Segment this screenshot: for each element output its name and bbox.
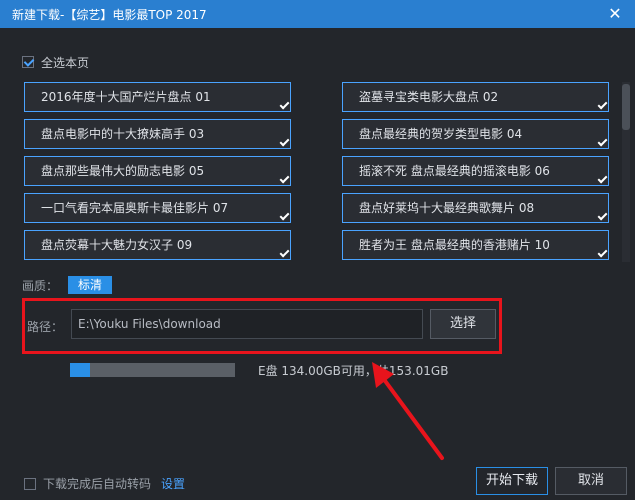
video-item-title: 胜者为王 盘点最经典的香港赌片 10 <box>359 238 550 252</box>
video-item[interactable]: 2016年度十大国产烂片盘点 01 <box>24 82 291 112</box>
checkmark-icon <box>597 101 606 110</box>
select-all-checkbox[interactable]: 全选本页 <box>22 54 89 70</box>
auto-convert-label: 下载完成后自动转码 <box>43 477 152 491</box>
video-item[interactable]: 盗墓寻宝类电影大盘点 02 <box>342 82 609 112</box>
quality-row: 画质： 标清 <box>22 276 113 294</box>
checkmark-icon <box>279 175 288 184</box>
video-item-title: 摇滚不死 盘点最经典的摇滚电影 06 <box>359 164 550 178</box>
video-item-title: 盗墓寻宝类电影大盘点 02 <box>359 90 499 104</box>
checkbox-icon[interactable] <box>22 56 34 68</box>
path-label: 路径： <box>27 320 64 334</box>
title-bar: 新建下载-【综艺】电影最TOP 2017 ✕ <box>0 0 635 28</box>
checkmark-icon <box>279 249 288 258</box>
start-download-button[interactable]: 开始下载 <box>476 467 548 495</box>
video-item[interactable]: 摇滚不死 盘点最经典的摇滚电影 06 <box>342 156 609 186</box>
checkmark-icon <box>279 212 288 221</box>
checkmark-icon <box>597 138 606 147</box>
path-input[interactable]: E:\Youku Files\download <box>71 309 423 339</box>
close-icon[interactable]: ✕ <box>605 4 625 24</box>
video-item-title: 盘点最经典的贺岁类型电影 04 <box>359 127 523 141</box>
video-list: 2016年度十大国产烂片盘点 01 盗墓寻宝类电影大盘点 02 盘点电影中的十大… <box>24 82 622 262</box>
video-item-title: 盘点荧幕十大魅力女汉子 09 <box>41 238 193 252</box>
video-item-title: 盘点好莱坞十大最经典歌舞片 08 <box>359 201 535 215</box>
video-list-scrollbar[interactable] <box>622 82 630 262</box>
window-title: 新建下载-【综艺】电影最TOP 2017 <box>12 8 207 22</box>
select-all-label: 全选本页 <box>41 55 90 70</box>
video-item-title: 盘点电影中的十大撩妹高手 03 <box>41 127 205 141</box>
browse-button[interactable]: 选择 <box>430 309 496 339</box>
video-item[interactable]: 盘点电影中的十大撩妹高手 03 <box>24 119 291 149</box>
annotation-arrow-icon <box>372 362 444 460</box>
video-item-title: 2016年度十大国产烂片盘点 01 <box>41 90 211 104</box>
checkbox-icon[interactable] <box>24 477 36 490</box>
quality-label: 画质： <box>22 278 59 293</box>
checkmark-icon <box>597 175 606 184</box>
scrollbar-thumb[interactable] <box>622 84 630 130</box>
video-item[interactable]: 胜者为王 盘点最经典的香港赌片 10 <box>342 230 609 260</box>
quality-option-sd[interactable]: 标清 <box>68 276 113 294</box>
checkmark-icon <box>279 138 288 147</box>
cancel-button[interactable]: 取消 <box>555 467 627 495</box>
checkmark-icon <box>597 249 606 258</box>
video-item[interactable]: 盘点那些最伟大的励志电影 05 <box>24 156 291 186</box>
disk-usage-bar <box>70 363 235 377</box>
video-item-title: 一口气看完本届奥斯卡最佳影片 07 <box>41 201 229 215</box>
video-item[interactable]: 盘点荧幕十大魅力女汉子 09 <box>24 230 291 260</box>
video-item[interactable]: 一口气看完本届奥斯卡最佳影片 07 <box>24 193 291 223</box>
auto-convert-option[interactable]: 下载完成后自动转码 设置 <box>24 475 185 492</box>
checkmark-icon <box>597 212 606 221</box>
video-item-title: 盘点那些最伟大的励志电影 05 <box>41 164 205 178</box>
path-highlight-box: 路径： E:\Youku Files\download 选择 <box>22 298 502 354</box>
video-item[interactable]: 盘点最经典的贺岁类型电影 04 <box>342 119 609 149</box>
disk-usage-fill <box>70 363 91 377</box>
settings-link[interactable]: 设置 <box>161 475 185 492</box>
checkmark-icon <box>279 101 288 110</box>
video-item[interactable]: 盘点好莱坞十大最经典歌舞片 08 <box>342 193 609 223</box>
